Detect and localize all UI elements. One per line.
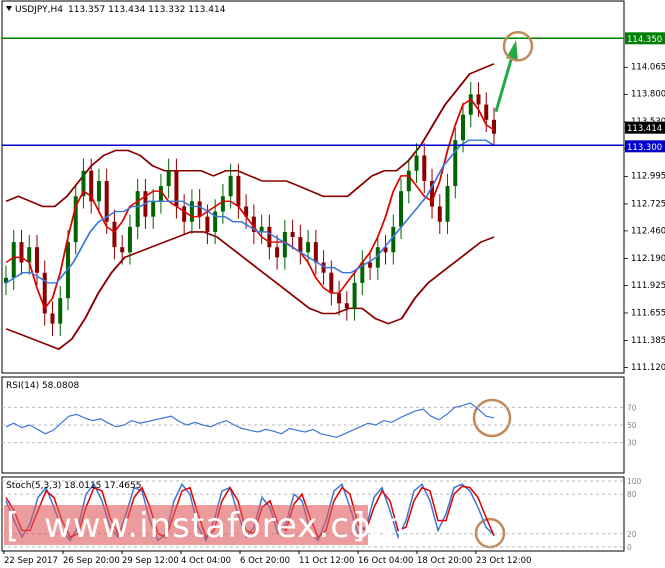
candle-body [96,180,101,202]
last-price-tag: 113.414 [625,121,665,134]
candle-body [445,186,450,222]
candle-body [11,242,16,278]
candle-body [399,191,404,227]
stoch-title: Stoch(5,3,3) 18.0115 17.4655 [6,481,141,491]
candle-body [189,201,194,222]
candle-body [50,313,55,324]
x-tick-label: 18 Oct 20:00 [417,556,472,566]
y-tick-label: 111.120 [631,363,665,373]
candle-body [461,114,466,141]
watermark-bracket-right: ] [352,506,366,546]
candle-body [476,94,481,105]
candle-body [19,242,24,263]
candle-body [135,191,140,227]
candle-body [337,293,342,304]
candle-body [127,226,132,253]
y-tick-label: 112.995 [631,172,665,182]
candle-body [220,196,225,212]
candle-body [484,104,489,120]
y-tick-label: 112.460 [631,226,665,236]
x-tick-label: 29 Sep 12:00 [122,556,179,566]
x-tick-label: 6 Oct 20:00 [240,556,290,566]
x-tick-label: 23 Oct 12:00 [476,556,531,566]
y-tick-label: 112.190 [631,254,665,264]
stoch-level-label: 0 [627,543,632,552]
ohlc-readout: 113.357 113.434 113.332 113.414 [68,5,226,15]
candle-body [344,303,349,309]
stoch-level-label: 100 [627,477,642,486]
candle-body [228,175,233,197]
candle-body [34,247,39,273]
rsi-level-label: 30 [627,439,637,448]
y-tick-label: 113.800 [631,90,665,100]
candle-body [282,231,287,258]
main-panel-frame [1,0,625,374]
resistance-price-label: 114.350 [627,35,662,45]
candle-body [492,119,496,134]
candle-body [112,221,117,248]
candle-body [197,201,202,217]
resistance-price-tag: 114.350 [625,32,665,45]
candle-body [205,216,210,232]
candle-body [275,247,280,258]
y-tick-label: 112.725 [631,199,665,209]
last-price-label: 113.414 [627,124,662,134]
support-price-tag: 113.300 [625,140,665,153]
candle-body [236,175,241,207]
candle-body [298,237,303,253]
support-price-label: 113.300 [627,143,662,153]
candle-body [313,242,318,263]
main-panel-ticks: 114.065113.800113.530113.265112.995112.7… [624,63,665,373]
y-tick-label: 111.925 [631,281,665,291]
candle-body [120,247,125,253]
candle-body [306,242,311,253]
candle-body [290,231,295,238]
x-tick-label: 22 Sep 2017 [4,556,58,566]
rsi-level-label: 70 [627,403,637,412]
candle-body [352,282,357,309]
y-tick-label: 111.385 [631,336,665,346]
time-axis: 22 Sep 2017 26 Sep 20:00 29 Sep 12:00 4 Oct… [3,551,531,566]
x-tick-label: 4 Oct 04:00 [181,556,231,566]
candle-body [329,272,334,294]
candle-body [468,94,473,115]
candle-body [267,226,272,248]
candle-body [259,226,264,232]
rsi-level-label: 50 [627,421,637,430]
usdjpy-chart: 114.065113.800113.530113.265112.995112.7… [1,0,665,566]
candle-body [151,201,156,217]
stoch-level-label: 20 [627,530,637,539]
candle-body [437,206,442,222]
y-tick-label: 114.065 [631,63,665,73]
candle-body [58,298,63,324]
symbol-label: USDJPY,H4 [15,5,63,15]
candle-body [453,140,458,187]
y-tick-label: 111.655 [631,308,665,318]
x-tick-label: 16 Oct 04:00 [358,556,413,566]
candle-body [368,262,373,268]
watermark-bracket-left: [ [6,506,20,546]
candle-body [414,155,419,171]
candle-body [166,170,171,187]
candle-body [406,170,411,192]
rsi-title: RSI(14) 58.0808 [6,381,79,391]
candle-body [422,155,427,181]
stoch-level-label: 80 [627,490,637,499]
x-tick-label: 11 Oct 12:00 [299,556,354,566]
candle-body [27,247,32,263]
x-tick-label: 26 Sep 20:00 [63,556,120,566]
watermark: [ www.instaforex.com ] [4,505,405,546]
candle-body [182,206,187,222]
